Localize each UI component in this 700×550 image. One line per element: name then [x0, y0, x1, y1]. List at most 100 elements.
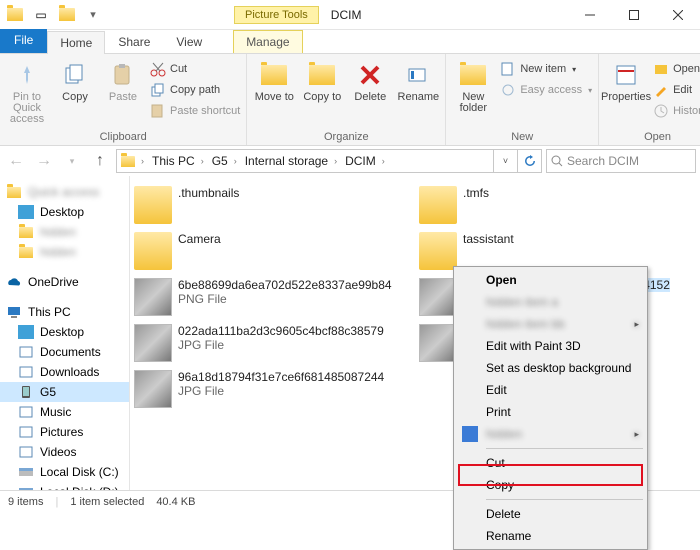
quick-access-toolbar: ▭ ▾ [0, 4, 104, 26]
breadcrumb-seg[interactable]: G5 [206, 154, 232, 168]
cm-separator [486, 499, 643, 500]
file-item[interactable]: 022ada111ba2d3c9605c4bcf88c38579JPG File [132, 320, 411, 366]
sidebar-item-music[interactable]: Music [0, 402, 129, 422]
sidebar-item-desktop[interactable]: Desktop [0, 202, 129, 222]
sidebar-item-local-disk-d-[interactable]: Local Disk (D:) [0, 482, 129, 490]
ribbon-group-label: New [452, 131, 592, 145]
sidebar-item[interactable]: hidden [0, 242, 129, 262]
open-button[interactable]: Open▾ [653, 59, 700, 79]
file-item[interactable]: 6be88699da6ea702d522e8337ae99b84PNG File [132, 274, 411, 320]
minimize-icon [585, 10, 595, 20]
cm-item[interactable]: hidden item a [456, 291, 645, 313]
cm-copy[interactable]: Copy [456, 474, 645, 496]
breadcrumb-seg[interactable]: This PC [146, 154, 199, 168]
copy-path-button[interactable]: Copy path [150, 80, 240, 100]
sidebar-item-documents[interactable]: Documents [0, 342, 129, 362]
paste-shortcut-button[interactable]: Paste shortcut [150, 101, 240, 121]
up-button[interactable]: ↑ [88, 149, 112, 173]
copy-button[interactable]: Copy [54, 56, 96, 103]
sidebar-item-thispc[interactable]: This PC [0, 302, 129, 322]
refresh-button[interactable] [517, 150, 541, 172]
sidebar-item-quick[interactable]: Quick access [0, 182, 129, 202]
forward-button[interactable]: → [32, 149, 56, 173]
file-tab[interactable]: File [0, 29, 47, 53]
history-dropdown-button[interactable]: ˅ [493, 150, 517, 172]
file-name: 96a18d18794f31e7ce6f681485087244 [178, 370, 384, 384]
file-item[interactable]: 96a18d18794f31e7ce6f681485087244JPG File [132, 366, 411, 412]
search-input[interactable]: Search DCIM [546, 149, 696, 173]
sidebar-item-downloads[interactable]: Downloads [0, 362, 129, 382]
easy-access-button[interactable]: Easy access▾ [500, 80, 592, 100]
ribbon-group-label: Clipboard [6, 131, 240, 145]
file-thumbnail [134, 324, 172, 362]
maximize-button[interactable] [612, 1, 656, 29]
copy-to-button[interactable]: Copy to [301, 56, 343, 103]
cm-set-bg[interactable]: Set as desktop background [456, 357, 645, 379]
cut-button[interactable]: Cut [150, 59, 240, 79]
properties-button[interactable]: Properties [605, 56, 647, 103]
file-item[interactable]: .thumbnails [132, 182, 411, 228]
edit-button[interactable]: Edit [653, 80, 700, 100]
home-tab[interactable]: Home [47, 31, 105, 54]
history-button[interactable]: History [653, 101, 700, 121]
qat-overflow-icon[interactable]: ▾ [82, 4, 104, 26]
new-item-icon [500, 61, 516, 77]
qat-item-2[interactable] [56, 4, 78, 26]
file-item[interactable]: .tmfs [417, 182, 696, 228]
cm-edit-paint3d[interactable]: Edit with Paint 3D [456, 335, 645, 357]
paste-button[interactable]: Paste [102, 56, 144, 103]
open-icon [653, 61, 669, 77]
delete-button[interactable]: Delete [349, 56, 391, 103]
properties-icon [611, 60, 641, 90]
cm-edit[interactable]: Edit [456, 379, 645, 401]
close-button[interactable] [656, 1, 700, 29]
move-to-button[interactable]: Move to [253, 56, 295, 103]
sidebar-item-onedrive[interactable]: OneDrive [0, 272, 129, 292]
manage-tab[interactable]: Manage [233, 30, 302, 53]
rename-button[interactable]: Rename [397, 56, 439, 103]
folder-icon [134, 186, 172, 224]
cm-separator [486, 448, 643, 449]
breadcrumb-seg[interactable]: DCIM [339, 154, 380, 168]
back-button[interactable]: ← [4, 149, 28, 173]
new-folder-button[interactable]: New folder [452, 56, 494, 114]
sidebar-item-local-disk-c-[interactable]: Local Disk (C:) [0, 462, 129, 482]
title-bar: ▭ ▾ Picture Tools DCIM [0, 0, 700, 30]
sidebar-item-videos[interactable]: Videos [0, 442, 129, 462]
ribbon-group-label: Open [605, 131, 700, 145]
cm-print[interactable]: Print [456, 401, 645, 423]
folder-icon [117, 156, 139, 167]
search-icon [551, 155, 563, 167]
sidebar-icon [18, 485, 34, 490]
cm-item[interactable]: hidden▸ [456, 423, 645, 445]
qat-item-1[interactable]: ▭ [30, 4, 52, 26]
sidebar-item-g5[interactable]: G5 [0, 382, 129, 402]
file-item[interactable]: Camera [132, 228, 411, 274]
cm-delete[interactable]: Delete [456, 503, 645, 525]
new-item-button[interactable]: New item▾ [500, 59, 592, 79]
cm-rename[interactable]: Rename [456, 525, 645, 547]
pin-icon [12, 60, 42, 90]
cm-open[interactable]: Open [456, 269, 645, 291]
pin-quick-access-button[interactable]: Pin to Quick access [6, 56, 48, 125]
history-icon [653, 103, 669, 119]
view-tab[interactable]: View [163, 30, 215, 53]
share-tab[interactable]: Share [105, 30, 163, 53]
sidebar-item-desktop[interactable]: Desktop [0, 322, 129, 342]
breadcrumb-seg[interactable]: Internal storage [239, 154, 332, 168]
paste-shortcut-icon [150, 103, 166, 119]
cm-cut[interactable]: Cut [456, 452, 645, 474]
cm-item[interactable]: hidden item bb▸ [456, 313, 645, 335]
breadcrumb[interactable]: › This PC› G5› Internal storage› DCIM› ˅ [116, 149, 542, 173]
refresh-icon [524, 155, 536, 167]
file-thumbnail [419, 278, 457, 316]
folder-icon [419, 186, 457, 224]
sidebar-item[interactable]: hidden [0, 222, 129, 242]
navigation-pane: Quick access Desktop hidden hidden OneDr… [0, 176, 130, 490]
ribbon-group-clipboard: Pin to Quick access Copy Paste Cut Copy … [0, 54, 247, 145]
recent-locations-button[interactable]: ▾ [60, 149, 84, 173]
minimize-button[interactable] [568, 1, 612, 29]
status-size: 40.4 KB [156, 496, 195, 508]
status-selected: 1 item selected [70, 496, 144, 508]
sidebar-item-pictures[interactable]: Pictures [0, 422, 129, 442]
